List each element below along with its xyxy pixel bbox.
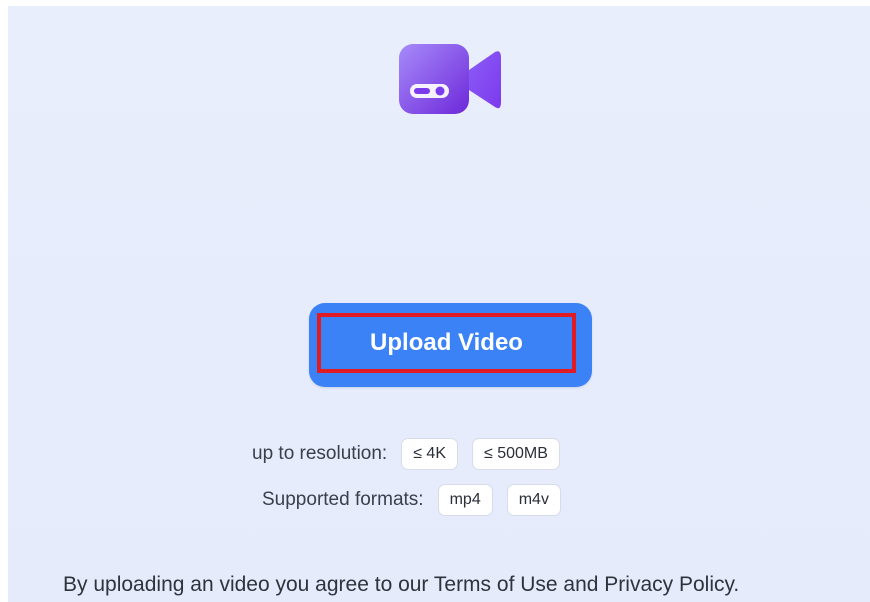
terms-notice: By uploading an video you agree to our T… [63,573,740,596]
size-chip: ≤ 500MB [472,438,560,470]
limits-row: up to resolution: ≤ 4K ≤ 500MB [252,438,560,470]
resolution-chip: ≤ 4K [401,438,458,470]
upload-button-container[interactable]: Upload Video [309,303,592,387]
format-chip-m4v: m4v [506,484,561,516]
video-camera-icon [399,44,503,116]
formats-row: Supported formats: mp4 m4v [262,484,561,516]
limits-label: up to resolution: [252,443,388,464]
upload-video-button[interactable]: Upload Video [317,313,576,373]
format-chip-mp4: mp4 [437,484,493,516]
upload-panel: Upload Video up to resolution: ≤ 4K ≤ 50… [8,6,870,602]
formats-label: Supported formats: [262,489,424,510]
